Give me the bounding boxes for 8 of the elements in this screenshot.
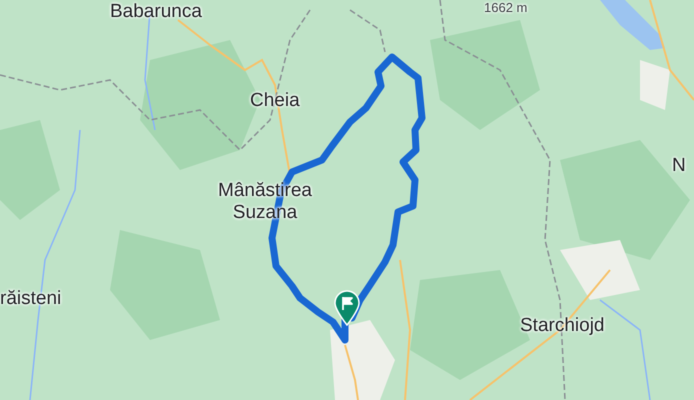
peak-label: 1662 m: [484, 1, 528, 16]
place-label: Babarunca: [110, 1, 202, 23]
place-label: răisteni: [0, 288, 62, 310]
place-label: N: [672, 155, 686, 177]
lake: [600, 0, 665, 50]
place-label: Cheia: [250, 90, 300, 112]
start-flag-pin-icon[interactable]: [333, 290, 361, 326]
place-label: Starchiojd: [520, 315, 604, 337]
